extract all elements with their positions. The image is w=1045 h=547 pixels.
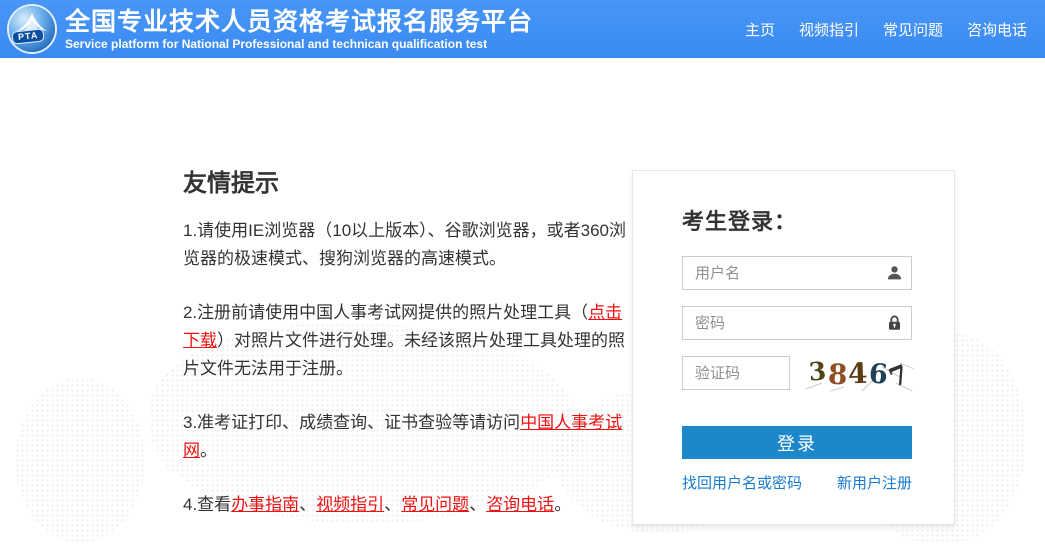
tip-text: ）对照片文件进行处理。未经该照片处理工具处理的照片文件无法用于注册。 xyxy=(183,331,625,378)
tips-paragraphs: 1.请使用IE浏览器（10以上版本）、谷歌浏览器，或者360浏览器的极速模式、搜… xyxy=(183,217,627,519)
register-link[interactable]: 新用户注册 xyxy=(837,472,912,493)
password-input[interactable] xyxy=(682,306,912,340)
tip-text: 。 xyxy=(554,495,572,514)
captcha-digit: 7 xyxy=(884,359,913,395)
page: PTA 全国专业技术人员资格考试报名服务平台 Service platform … xyxy=(0,0,1045,547)
captcha-image[interactable]: 38467 xyxy=(800,353,916,395)
site-title: 全国专业技术人员资格考试报名服务平台 xyxy=(65,7,534,36)
tips-section: 友情提示 1.请使用IE浏览器（10以上版本）、谷歌浏览器，或者360浏览器的极… xyxy=(183,163,627,519)
tip-text: 、 xyxy=(469,495,487,514)
nav-phone[interactable]: 咨询电话 xyxy=(967,19,1027,40)
user-icon xyxy=(886,265,903,282)
site-subtitle: Service platform for National Profession… xyxy=(65,36,488,51)
service-guide-link[interactable]: 办事指南 xyxy=(231,495,299,514)
captcha-digit: 4 xyxy=(847,356,869,391)
captcha-input[interactable] xyxy=(682,356,790,390)
login-panel: 考生登录： 用户名 验证码 3 8 4 6 7 登录 找回用户名或密码 新用户注… xyxy=(632,170,955,525)
main-content: 友情提示 1.请使用IE浏览器（10以上版本）、谷歌浏览器，或者360浏览器的极… xyxy=(0,58,1045,547)
world-map-pattern xyxy=(15,378,145,543)
login-links: 找回用户名或密码 新用户注册 xyxy=(682,472,912,493)
tip-text: 2.注册前请使用中国人事考试网提供的照片处理工具（ xyxy=(183,303,589,322)
username-input[interactable] xyxy=(682,256,912,290)
captcha-digits: 38467 xyxy=(800,353,916,395)
nav-home[interactable]: 主页 xyxy=(745,19,775,40)
pta-logo: PTA xyxy=(9,6,55,52)
username-field xyxy=(682,256,912,290)
login-heading: 考生登录： xyxy=(682,209,798,234)
nav-faq[interactable]: 常见问题 xyxy=(883,19,943,40)
tip-text: 1.请使用IE浏览器（10以上版本）、谷歌浏览器，或者360浏览器的极速模式、搜… xyxy=(183,221,627,268)
video-guide-link[interactable]: 视频指引 xyxy=(316,495,384,514)
phone-link[interactable]: 咨询电话 xyxy=(486,495,554,514)
captcha-digit: 6 xyxy=(867,357,889,391)
tip-text: 3.准考证打印、成绩查询、证书查验等请访问 xyxy=(183,413,521,432)
header: PTA 全国专业技术人员资格考试报名服务平台 Service platform … xyxy=(0,0,1045,58)
tip-paragraph: 4.查看办事指南、视频指引、常见问题、咨询电话。 xyxy=(183,491,627,519)
tip-paragraph: 1.请使用IE浏览器（10以上版本）、谷歌浏览器，或者360浏览器的极速模式、搜… xyxy=(183,217,627,273)
tips-heading: 友情提示 xyxy=(183,170,279,197)
tip-text: 、 xyxy=(384,495,402,514)
nav-video-guide[interactable]: 视频指引 xyxy=(799,19,859,40)
tip-text: 、 xyxy=(299,495,317,514)
captcha-digit: 3 xyxy=(808,355,828,387)
lock-icon xyxy=(886,315,903,332)
title-block: 全国专业技术人员资格考试报名服务平台 Service platform for … xyxy=(65,8,533,51)
captcha-digit: 8 xyxy=(826,357,849,392)
header-nav: 主页 视频指引 常见问题 咨询电话 xyxy=(745,19,1027,40)
tip-paragraph: 3.准考证打印、成绩查询、证书查验等请访问中国人事考试网。 xyxy=(183,409,627,465)
captcha-row: 38467 xyxy=(682,356,915,396)
faq-link[interactable]: 常见问题 xyxy=(401,495,469,514)
tip-text: 。 xyxy=(200,441,217,460)
password-field xyxy=(682,306,912,340)
login-button[interactable]: 登录 xyxy=(682,426,912,459)
forgot-password-link[interactable]: 找回用户名或密码 xyxy=(682,472,802,493)
tip-paragraph: 2.注册前请使用中国人事考试网提供的照片处理工具（点击下载）对照片文件进行处理。… xyxy=(183,299,627,383)
tip-text: 4.查看 xyxy=(183,495,232,514)
